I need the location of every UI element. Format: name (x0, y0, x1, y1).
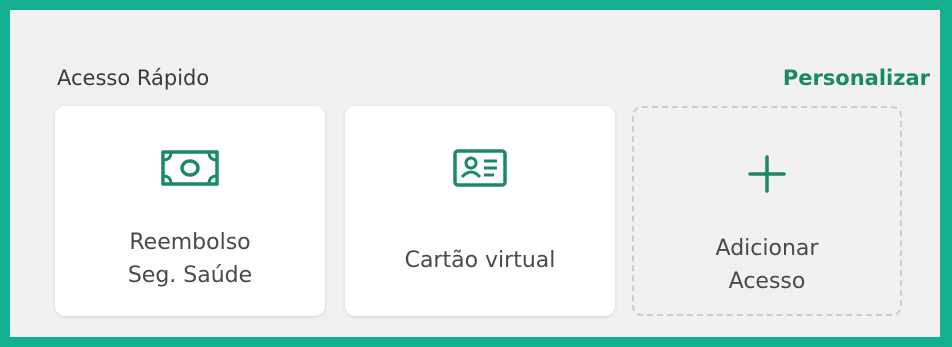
quick-access-section: Acesso Rápido Personalizar Reembolso Seg… (0, 0, 952, 347)
add-access-card[interactable]: Adicionar Acesso (632, 106, 902, 316)
virtual-card-card[interactable]: Cartão virtual (345, 106, 615, 316)
personalize-link[interactable]: Personalizar (783, 66, 930, 90)
virtual-card-label: Cartão virtual (404, 248, 556, 273)
section-header: Acesso Rápido Personalizar (57, 66, 930, 90)
money-bill-icon (159, 148, 221, 192)
reimbursement-label: Reembolso Seg. Saúde (127, 230, 253, 288)
reimbursement-card[interactable]: Reembolso Seg. Saúde (55, 106, 325, 316)
section-title: Acesso Rápido (57, 66, 210, 90)
plus-icon (747, 154, 787, 198)
add-access-label: Adicionar Acesso (715, 236, 819, 294)
id-card-icon (452, 148, 508, 192)
